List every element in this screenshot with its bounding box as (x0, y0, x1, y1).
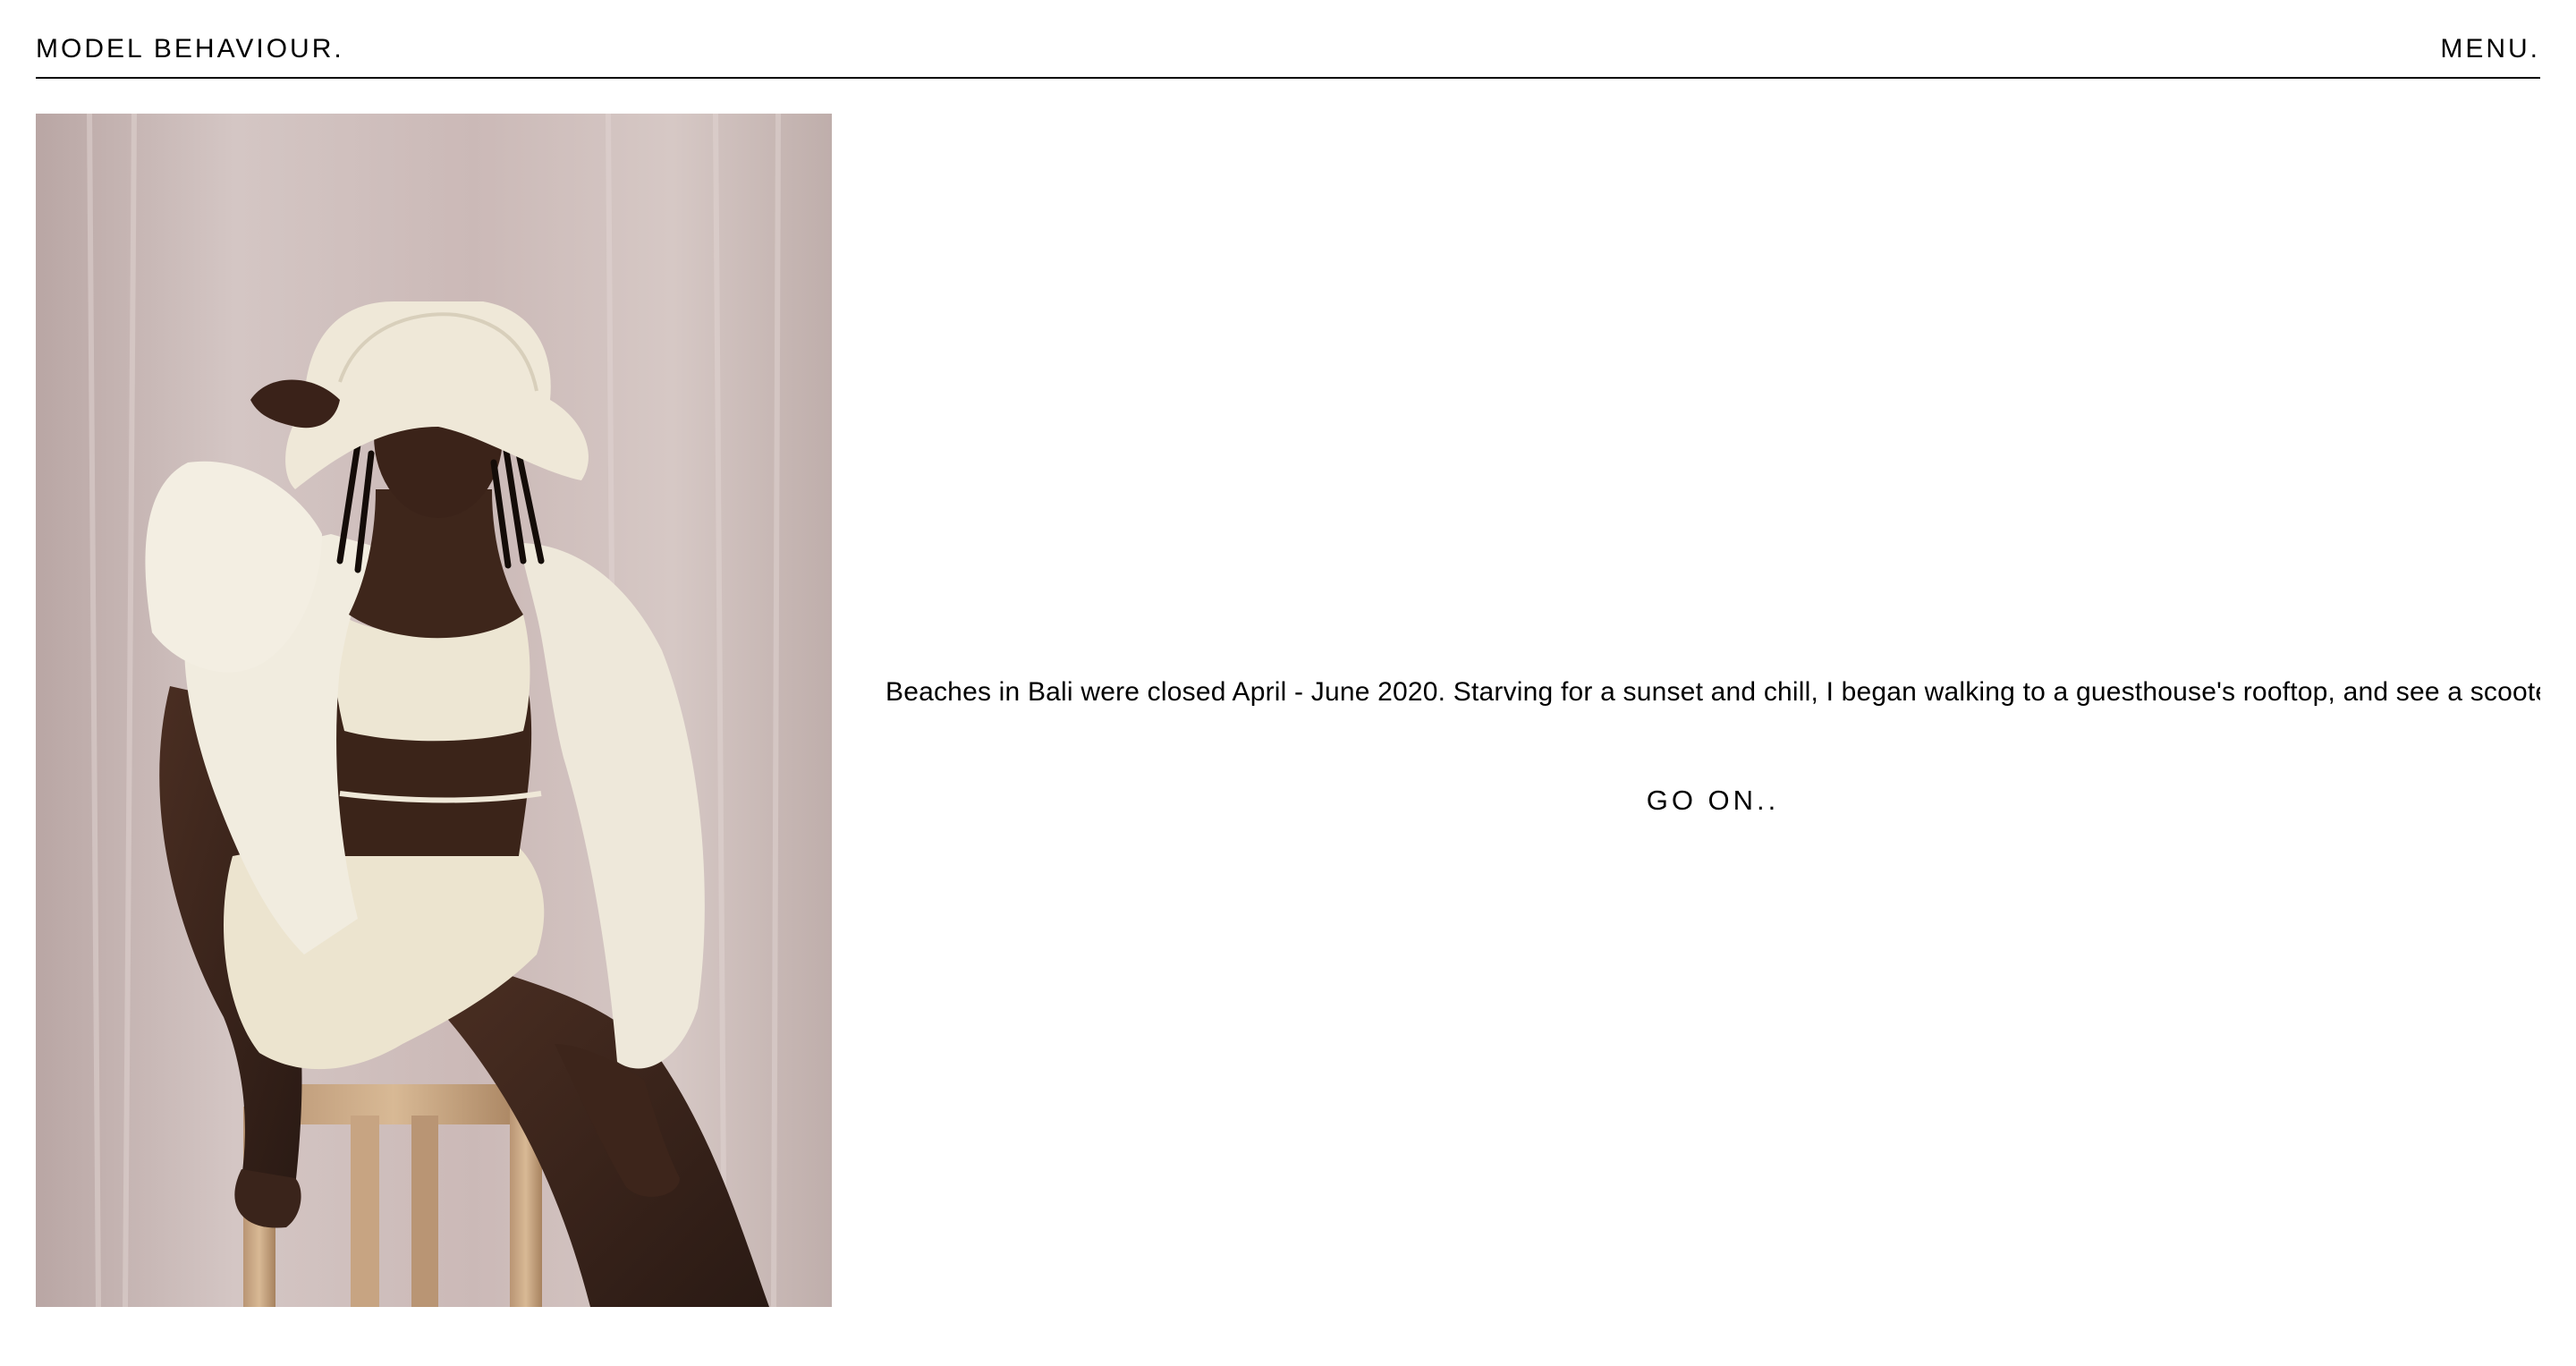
go-on-link[interactable]: GO ON.. (1647, 785, 1780, 816)
model-portrait-image (36, 114, 832, 1307)
page: MODEL BEHAVIOUR. MENU. Beaches in Bali w… (0, 0, 2576, 1366)
site-logo-link[interactable]: MODEL BEHAVIOUR. (36, 33, 344, 65)
menu-button[interactable]: MENU. (2440, 33, 2540, 65)
go-on-container: GO ON.. (886, 783, 2540, 819)
site-header: MODEL BEHAVIOUR. MENU. (36, 0, 2540, 79)
post-excerpt-container: Beaches in Bali were closed April - June… (886, 673, 2540, 712)
featured-photo[interactable] (36, 114, 832, 1307)
post-excerpt: Beaches in Bali were closed April - June… (886, 677, 2540, 707)
